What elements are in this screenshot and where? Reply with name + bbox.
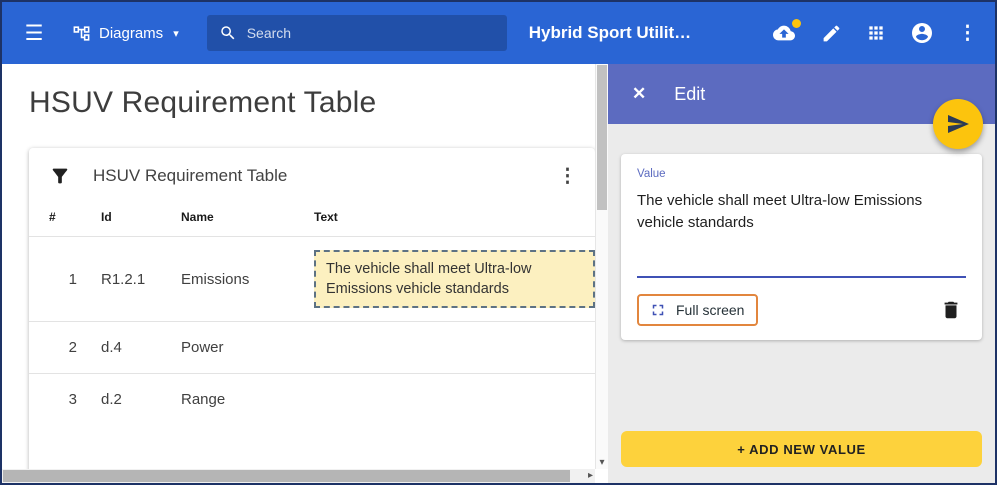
scroll-down-button[interactable]: ▾	[596, 457, 608, 468]
fullscreen-button[interactable]: Full screen	[637, 294, 758, 326]
pencil-icon	[821, 23, 842, 44]
column-header-id: Id	[101, 210, 157, 224]
name-cell: Range	[181, 391, 290, 408]
edit-panel-title: Edit	[674, 84, 705, 105]
chevron-down-icon: ▾	[173, 27, 179, 40]
more-vert-icon: ⋮	[958, 24, 977, 43]
id-cell: d.4	[101, 339, 157, 356]
edit-panel: ✕ Edit Value The vehicle shall meet Ultr…	[608, 64, 995, 483]
column-header-num: #	[49, 210, 77, 224]
search-icon	[219, 24, 237, 42]
table-row[interactable]: 2 d.4 Power	[29, 321, 595, 373]
app-window: ☰ Diagrams ▾ Hybrid Sport Utilit…	[0, 0, 997, 485]
send-icon	[946, 112, 970, 136]
text-cell-selected[interactable]: The vehicle shall meet Ultra-low Emissio…	[314, 250, 595, 309]
id-cell: R1.2.1	[101, 271, 157, 288]
account-icon	[910, 21, 934, 45]
scroll-right-button[interactable]: ▸	[588, 470, 593, 481]
table-row[interactable]: 3 d.2 Range	[29, 373, 595, 425]
cloud-upload-button[interactable]	[771, 22, 797, 44]
notification-dot	[792, 19, 801, 28]
filter-button[interactable]	[49, 165, 71, 187]
appbar-actions: ⋮	[771, 21, 977, 45]
horizontal-scrollbar-thumb[interactable]	[3, 470, 570, 482]
table-card-header: HSUV Requirement Table ⋮	[29, 148, 595, 204]
column-header-name: Name	[181, 210, 290, 224]
fullscreen-icon	[649, 301, 667, 319]
diagrams-label: Diagrams	[99, 25, 163, 42]
column-header-text: Text	[314, 210, 595, 224]
vertical-scrollbar-thumb[interactable]	[597, 65, 607, 210]
table-header-row: # Id Name Text	[29, 204, 595, 236]
table-row[interactable]: 1 R1.2.1 Emissions The vehicle shall mee…	[29, 236, 595, 321]
value-card-actions: Full screen	[637, 294, 966, 326]
edit-button[interactable]	[821, 23, 842, 44]
account-button[interactable]	[910, 21, 934, 45]
row-number-cell: 1	[49, 271, 77, 288]
apps-grid-icon	[866, 23, 886, 43]
name-cell: Power	[181, 339, 290, 356]
table-more-button[interactable]: ⋮	[558, 165, 577, 188]
search-input[interactable]	[247, 25, 495, 41]
requirements-table-card: HSUV Requirement Table ⋮ # Id Name Text …	[29, 148, 595, 483]
app-title: Hybrid Sport Utilit…	[529, 23, 691, 43]
value-label: Value	[637, 168, 966, 180]
send-fab[interactable]	[933, 99, 983, 149]
delete-button[interactable]	[940, 299, 962, 321]
page-title: HSUV Requirement Table	[29, 86, 608, 120]
id-cell: d.2	[101, 391, 157, 408]
main-area: HSUV Requirement Table HSUV Requirement …	[2, 64, 995, 483]
name-cell: Emissions	[181, 271, 290, 288]
value-textarea[interactable]: The vehicle shall meet Ultra-low Emissio…	[637, 190, 966, 276]
appbar: ☰ Diagrams ▾ Hybrid Sport Utilit…	[2, 2, 995, 64]
diagram-tree-icon	[72, 24, 91, 43]
apps-grid-button[interactable]	[866, 23, 886, 43]
diagrams-menu[interactable]: Diagrams ▾	[72, 24, 179, 43]
trash-icon	[940, 299, 962, 321]
close-icon: ✕	[632, 84, 646, 104]
scrollbar-corner	[595, 469, 608, 483]
appbar-more-button[interactable]: ⋮	[958, 24, 977, 43]
vertical-scrollbar[interactable]: ▾	[595, 64, 608, 469]
row-number-cell: 2	[49, 339, 77, 356]
fullscreen-label: Full screen	[676, 302, 744, 318]
horizontal-scrollbar[interactable]: ▸	[2, 469, 595, 483]
menu-button[interactable]: ☰	[20, 21, 48, 46]
search-box[interactable]	[207, 15, 507, 51]
more-vert-icon: ⋮	[558, 165, 577, 188]
table-title: HSUV Requirement Table	[93, 166, 287, 186]
close-button[interactable]: ✕	[632, 84, 646, 104]
value-card: Value The vehicle shall meet Ultra-low E…	[621, 154, 982, 340]
hamburger-icon: ☰	[25, 21, 44, 46]
add-new-value-button[interactable]: + ADD NEW VALUE	[621, 431, 982, 467]
row-number-cell: 3	[49, 391, 77, 408]
input-underline	[637, 276, 966, 278]
content-pane: HSUV Requirement Table HSUV Requirement …	[2, 64, 608, 483]
filter-icon	[49, 165, 71, 187]
